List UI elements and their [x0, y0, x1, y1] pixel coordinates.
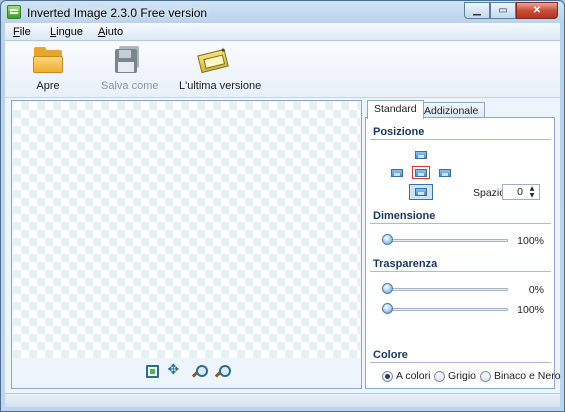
open-button[interactable]: Apre	[31, 46, 65, 92]
transparency-slider-1[interactable]	[382, 283, 508, 295]
save-as-button[interactable]: Salva come	[101, 46, 159, 92]
image-position-icon	[391, 169, 403, 177]
transparency-divider	[370, 271, 551, 272]
radio-dot	[382, 370, 393, 382]
transparency-slider-2[interactable]	[382, 303, 508, 315]
position-title: Posizione	[373, 126, 425, 138]
spacing-value: 0	[517, 186, 523, 198]
minimize-button[interactable]: ▁	[464, 2, 490, 19]
dimension-title: Dimensione	[373, 210, 436, 222]
position-left-button[interactable]	[388, 166, 406, 179]
dimension-value: 100%	[517, 235, 544, 247]
dimension-divider	[370, 223, 551, 224]
transparency-title: Trasparenza	[373, 258, 438, 270]
position-divider	[370, 139, 551, 140]
menu-aiuto[interactable]: Aiuto	[98, 26, 123, 38]
menu-lingue[interactable]: Lingue	[50, 26, 83, 38]
transparency-value-2: 100%	[517, 304, 544, 316]
menu-file[interactable]: File	[13, 26, 31, 38]
menu-bar: File Lingue Aiuto	[5, 23, 560, 41]
app-icon	[7, 5, 21, 19]
slider-thumb[interactable]	[382, 303, 393, 314]
color-mode-color-radio[interactable]: A colori	[382, 370, 430, 382]
toolbar: Apre Salva come ✦ L'ultima versione	[5, 42, 560, 98]
settings-panel: Standard Addizionale Posizione Spazio 0 …	[365, 100, 561, 390]
image-position-icon	[415, 151, 427, 159]
open-label: Apre	[36, 80, 60, 92]
update-box-icon: ✦	[197, 46, 229, 76]
zoom-out-icon[interactable]	[215, 365, 231, 378]
radio-label: A colori	[396, 370, 431, 382]
close-button[interactable]: ✕	[516, 2, 558, 19]
fit-to-window-icon[interactable]	[145, 365, 159, 378]
position-top-button[interactable]	[412, 148, 430, 161]
tab-addizionale[interactable]: Addizionale	[417, 102, 486, 118]
standard-tab-body: Posizione Spazio 0 ▲ ▼ Dimensione 100% T…	[365, 117, 561, 389]
folder-icon	[33, 46, 63, 76]
radio-dot	[434, 370, 445, 382]
color-mode-group: A colori Grigio Binaco e Nero	[382, 370, 561, 384]
color-mode-gray-radio[interactable]: Grigio	[434, 370, 476, 382]
radio-dot	[480, 370, 491, 382]
app-window: Inverted Image 2.3.0 Free version ▁ ▭ ✕ …	[0, 0, 565, 412]
move-icon[interactable]	[168, 362, 182, 378]
image-position-icon	[439, 169, 451, 177]
spacing-spinner[interactable]: 0 ▲ ▼	[502, 184, 540, 200]
slider-track	[382, 308, 508, 311]
slider-track	[382, 288, 508, 291]
floppy-disk-icon	[111, 46, 141, 76]
position-center-button[interactable]	[412, 166, 430, 179]
image-preview-panel	[11, 100, 362, 389]
minimize-icon: ▁	[473, 5, 481, 16]
client-area: File Lingue Aiuto Apre Salva come ✦ L'ul…	[5, 23, 561, 407]
tab-standard[interactable]: Standard	[367, 100, 424, 119]
zoom-toolbar	[12, 362, 361, 383]
slider-thumb[interactable]	[382, 234, 393, 245]
color-title: Colore	[373, 349, 408, 361]
save-as-label: Salva come	[101, 80, 159, 92]
close-icon: ✕	[532, 5, 542, 16]
maximize-icon: ▭	[498, 5, 508, 16]
maximize-button[interactable]: ▭	[490, 2, 516, 19]
latest-version-label: L'ultima versione	[179, 80, 262, 92]
color-divider	[370, 362, 551, 363]
dimension-slider[interactable]	[382, 234, 508, 246]
title-bar[interactable]: Inverted Image 2.3.0 Free version ▁ ▭ ✕	[1, 1, 564, 23]
radio-label: Binaco e Nero	[494, 370, 561, 382]
position-bottom-button[interactable]	[409, 184, 433, 200]
slider-track	[382, 239, 508, 242]
spinner-arrows-icon[interactable]: ▲ ▼	[527, 185, 537, 199]
radio-label: Grigio	[448, 370, 477, 382]
image-canvas[interactable]	[13, 102, 360, 358]
zoom-in-icon[interactable]	[192, 365, 208, 378]
window-title: Inverted Image 2.3.0 Free version	[27, 6, 208, 20]
latest-version-button[interactable]: ✦ L'ultima versione	[179, 46, 262, 92]
image-position-icon	[415, 169, 427, 177]
settings-tabs: Standard Addizionale	[365, 100, 555, 119]
color-mode-bw-radio[interactable]: Binaco e Nero	[480, 370, 561, 382]
spacing-label: Spazio	[473, 187, 506, 199]
position-right-button[interactable]	[436, 166, 454, 179]
image-position-icon	[415, 188, 427, 196]
transparency-value-1: 0%	[528, 284, 544, 296]
slider-thumb[interactable]	[382, 283, 393, 294]
status-bar	[5, 393, 560, 407]
caption-buttons: ▁ ▭ ✕	[464, 2, 558, 19]
